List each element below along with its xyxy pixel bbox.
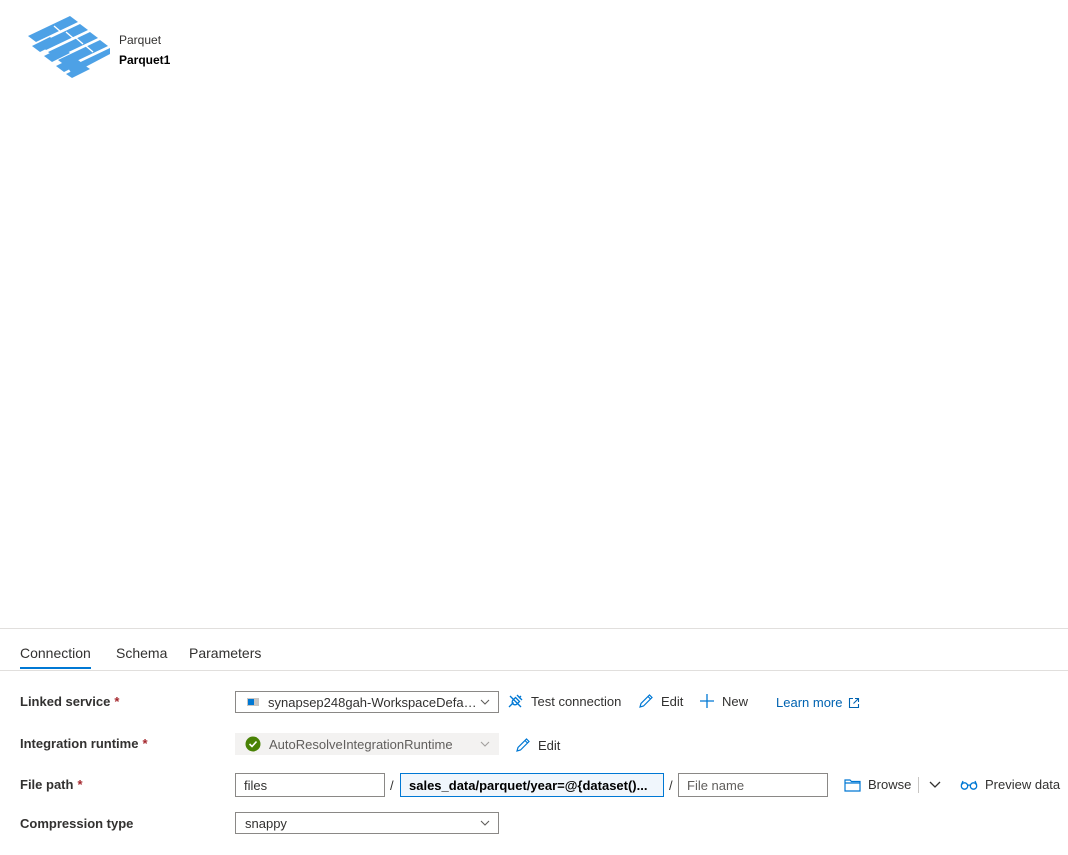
integration-runtime-select[interactable]: AutoResolveIntegrationRuntime (235, 733, 499, 755)
required-asterisk: * (114, 694, 120, 709)
integration-runtime-label: Integration runtime * (20, 736, 148, 751)
pencil-icon (516, 738, 530, 752)
file-path-label: File path * (20, 777, 83, 792)
required-asterisk: * (77, 777, 83, 792)
directory-input[interactable]: sales_data/parquet/year=@{dataset()... (400, 773, 664, 797)
external-link-icon (849, 697, 860, 708)
chevron-down-icon (480, 699, 490, 705)
storage-icon (247, 698, 259, 706)
check-circle-icon (245, 736, 261, 752)
edit-integration-runtime-button[interactable]: Edit (515, 737, 560, 753)
test-connection-button[interactable]: Test connection (507, 693, 621, 710)
tab-connection[interactable]: Connection (20, 645, 91, 669)
compression-type-select[interactable]: snappy (235, 812, 499, 834)
path-separator: / (669, 778, 673, 793)
edit-linked-service-button[interactable]: Edit (638, 693, 683, 709)
dataset-header: Parquet Parquet1 (28, 16, 328, 82)
compression-type-value: snappy (245, 815, 287, 831)
chevron-down-icon (480, 820, 490, 826)
linked-service-select[interactable]: synapsep248gah-WorkspaceDefaultStorage (235, 691, 499, 713)
button-divider (918, 777, 919, 793)
integration-runtime-value: AutoResolveIntegrationRuntime (269, 736, 453, 752)
properties-panel: Connection Schema Parameters Linked serv… (0, 628, 1068, 855)
path-separator: / (390, 778, 394, 793)
linked-service-label: Linked service * (20, 694, 120, 709)
learn-more-link[interactable]: Learn more (776, 695, 867, 710)
dataset-type-label: Parquet (119, 33, 162, 47)
dataset-name: Parquet1 (119, 53, 171, 67)
preview-data-button[interactable]: Preview data (960, 777, 1060, 792)
required-asterisk: * (142, 736, 148, 751)
parquet-icon (28, 16, 110, 78)
container-input[interactable]: files (235, 773, 385, 797)
tab-bar: Connection Schema Parameters (0, 629, 1068, 671)
folder-icon (844, 778, 861, 792)
file-name-input[interactable]: File name (678, 773, 828, 797)
new-linked-service-button[interactable]: New (699, 693, 748, 709)
tab-schema[interactable]: Schema (116, 645, 167, 661)
tab-parameters[interactable]: Parameters (189, 645, 261, 661)
file-name-placeholder: File name (687, 777, 745, 793)
plus-icon (700, 694, 714, 708)
browse-button[interactable]: Browse (844, 777, 911, 792)
linked-service-value: synapsep248gah-WorkspaceDefaultStorage (268, 694, 480, 710)
plug-icon (508, 694, 523, 708)
chevron-down-icon (480, 741, 490, 747)
chevron-down-icon[interactable] (929, 781, 941, 789)
glasses-icon (960, 780, 978, 790)
pencil-icon (639, 694, 653, 708)
compression-type-label: Compression type (20, 816, 134, 831)
